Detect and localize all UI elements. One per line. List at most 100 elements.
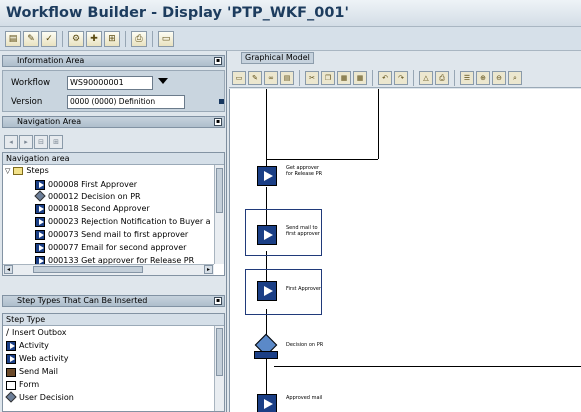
decision-step-icon: [35, 192, 45, 202]
cut-icon[interactable]: ✂: [305, 71, 319, 85]
step-types-list: Step Type ∕ Insert Outbox Activity Web a…: [2, 313, 225, 412]
zoom-in-icon[interactable]: ⊕: [476, 71, 490, 85]
collapse-icon[interactable]: ▪: [214, 57, 222, 65]
test-icon[interactable]: ✚: [86, 30, 102, 47]
information-area-header: Information Area ▪: [2, 55, 225, 67]
print-icon[interactable]: ⎙: [131, 30, 147, 47]
new-icon[interactable]: ▭: [232, 71, 246, 85]
step-type-label: Send Mail: [19, 367, 58, 376]
step-type-label: Activity: [19, 341, 49, 350]
version-label: Version: [11, 97, 43, 107]
copy-icon[interactable]: ❐: [321, 71, 335, 85]
form-icon: [6, 380, 16, 390]
tree-item[interactable]: 000012 Decision on PR: [35, 191, 141, 203]
navigation-area-header: Navigation Area ▪: [2, 116, 225, 128]
workflow-field[interactable]: WS90000001: [67, 76, 153, 90]
toolbar-separator: [152, 30, 153, 47]
graph-toolbar: ▭ ✎ ∞ ▤ ✂ ❐ ▦ ▦ ↶ ↷ △ ⎙ ☰ ⊕ ⊖ ⌕: [229, 69, 581, 88]
tree-root-steps[interactable]: ▽ Steps: [5, 165, 49, 177]
toolbar-separator: [454, 70, 455, 86]
scroll-left-icon[interactable]: ◂: [4, 265, 13, 274]
activate-icon[interactable]: ⚙: [68, 30, 84, 47]
vertical-scrollbar[interactable]: [214, 165, 224, 264]
version-field[interactable]: 0000 (0000) Definition: [67, 95, 185, 109]
expand-icon[interactable]: ⊟: [34, 135, 48, 149]
user-decision-icon: [6, 393, 16, 403]
overview-icon[interactable]: ☰: [460, 71, 474, 85]
up-icon[interactable]: △: [419, 71, 433, 85]
step-type-item[interactable]: Send Mail: [6, 366, 58, 378]
undo-icon[interactable]: ↶: [378, 71, 392, 85]
print-icon[interactable]: ⎙: [435, 71, 449, 85]
decision-node-base: [254, 351, 278, 359]
toolbar-separator: [125, 30, 126, 47]
tree-item-label: 000008 First Approver: [48, 180, 138, 189]
step-type-item[interactable]: Activity: [6, 340, 49, 352]
expand-triangle-icon[interactable]: ▽: [5, 165, 10, 177]
other-workflow-icon[interactable]: ▤: [5, 30, 21, 47]
tree-item[interactable]: 000008 First Approver: [35, 179, 137, 191]
back-icon[interactable]: ◂: [4, 135, 18, 149]
step-type-label: Insert Outbox: [12, 328, 67, 337]
activity-step-icon: [35, 180, 45, 190]
resize-handle-icon[interactable]: [219, 99, 224, 104]
vertical-scrollbar[interactable]: [214, 326, 224, 411]
navigation-area-title: Navigation Area: [17, 117, 82, 126]
node-label: First Approver: [286, 286, 321, 292]
connector-line: [266, 159, 378, 160]
collapse-icon[interactable]: ▪: [214, 118, 222, 126]
edit-icon[interactable]: ✎: [248, 71, 262, 85]
version-value: 0000 (0000) Definition: [70, 97, 156, 106]
workflow-step-node[interactable]: [257, 394, 277, 412]
zoom-out-icon[interactable]: ⊖: [492, 71, 506, 85]
scrollbar-thumb[interactable]: [216, 168, 223, 213]
bindings-icon[interactable]: ⊞: [104, 30, 120, 47]
connector-line: [274, 366, 581, 367]
workflow-step-node[interactable]: [257, 166, 277, 186]
magnifier-icon[interactable]: ⌕: [508, 71, 522, 85]
connector-line: [378, 89, 379, 159]
activity-icon: [6, 341, 16, 351]
node-label: Approved mail: [286, 395, 323, 401]
activity-step-icon: [35, 217, 45, 227]
tree-item[interactable]: 000018 Second Approver: [35, 203, 150, 215]
step-type-item[interactable]: Web activity: [6, 353, 68, 365]
collapse-all-icon[interactable]: ⊞: [49, 135, 63, 149]
navigation-column-header: Navigation area: [3, 153, 224, 165]
redo-icon[interactable]: ↷: [394, 71, 408, 85]
activity-step-icon: [35, 230, 45, 240]
glasses-icon[interactable]: ∞: [264, 71, 278, 85]
graphical-model-canvas[interactable]: Get approver for Release PR Send mail to…: [229, 89, 581, 412]
information-area-title: Information Area: [17, 56, 85, 65]
dropdown-icon[interactable]: [158, 78, 168, 84]
scrollbar-thumb[interactable]: [216, 328, 223, 376]
paste-special-icon[interactable]: ▦: [353, 71, 367, 85]
navigation-toolbar: ◂ ▸ ⊟ ⊞: [2, 132, 225, 152]
collapse-icon[interactable]: ▪: [214, 297, 222, 305]
paste-icon[interactable]: ▦: [337, 71, 351, 85]
tree-item[interactable]: 000077 Email for second approver: [35, 242, 186, 254]
main-toolbar: ▤ ✎ ✓ ⚙ ✚ ⊞ ⎙ ▭: [0, 27, 581, 51]
tree-item[interactable]: 000073 Send mail to first approver: [35, 229, 188, 241]
left-panel: Information Area ▪ Workflow WS90000001 V…: [0, 51, 227, 412]
check-icon[interactable]: ✓: [41, 30, 57, 47]
graphical-model-title: Graphical Model: [241, 52, 314, 64]
scroll-right-icon[interactable]: ▸: [204, 265, 213, 274]
tree-item[interactable]: 000023 Rejection Notification to Buyer a: [35, 216, 211, 228]
tree-root-label: Steps: [26, 166, 49, 175]
layout-icon[interactable]: ▭: [158, 30, 174, 47]
step-type-item[interactable]: ∕ Insert Outbox: [6, 327, 67, 339]
tree-item-label: 000077 Email for second approver: [48, 243, 187, 252]
document-icon[interactable]: ▤: [280, 71, 294, 85]
workflow-step-node[interactable]: [257, 281, 277, 301]
web-activity-icon: [6, 354, 16, 364]
step-type-item[interactable]: Form: [6, 379, 39, 391]
node-label: Get approver for Release PR: [286, 165, 323, 177]
scrollbar-thumb[interactable]: [33, 266, 143, 273]
workflow-step-node[interactable]: [257, 225, 277, 245]
information-area: Workflow WS90000001 Version 0000 (0000) …: [2, 70, 225, 112]
display-change-icon[interactable]: ✎: [23, 30, 39, 47]
forward-icon[interactable]: ▸: [19, 135, 33, 149]
step-type-item[interactable]: User Decision: [6, 392, 74, 404]
horizontal-scrollbar[interactable]: ◂ ▸: [3, 264, 214, 275]
